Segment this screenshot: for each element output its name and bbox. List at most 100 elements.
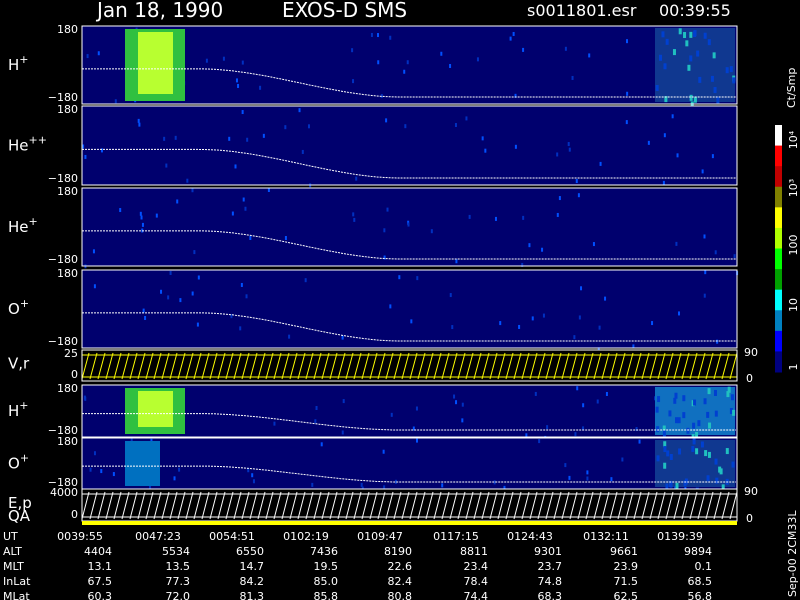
panel-label: O+: [8, 297, 29, 318]
noise-speck: [499, 321, 502, 326]
noise-speck: [191, 291, 194, 296]
qa-bar: [82, 521, 737, 525]
colorbar-swatch: [775, 269, 782, 291]
noise-speck: [674, 392, 678, 399]
colorbar-swatch: [775, 289, 782, 311]
noise-speck: [604, 296, 607, 301]
noise-speck: [403, 69, 406, 74]
noise-speck: [682, 412, 686, 419]
noise-speck: [710, 75, 714, 82]
ephemeris-cell: 60.3: [88, 590, 113, 600]
noise-speck: [528, 243, 531, 248]
noise-speck: [714, 250, 717, 255]
noise-speck: [514, 144, 517, 149]
noise-speck: [241, 60, 244, 65]
noise-speck: [454, 123, 457, 128]
noise-speck: [315, 405, 318, 410]
noise-speck: [731, 394, 735, 401]
noise-speck: [314, 419, 317, 424]
noise-speck: [599, 161, 602, 166]
noise-speck: [541, 247, 544, 252]
panel-background: [82, 270, 737, 348]
noise-speck: [656, 426, 660, 433]
noise-speck: [522, 47, 525, 52]
noise-speck: [89, 467, 92, 472]
noise-speck: [138, 122, 141, 127]
y-tick-top: 180: [57, 185, 78, 198]
colorbar-swatch: [775, 145, 782, 167]
noise-speck: [626, 91, 629, 96]
noise-speck: [351, 48, 354, 53]
noise-speck: [197, 275, 200, 280]
noise-speck: [701, 169, 704, 174]
header-instrument: EXOS-D SMS: [282, 0, 407, 22]
noise-speck: [703, 32, 707, 39]
noise-speck: [237, 83, 240, 88]
noise-speck: [241, 110, 244, 115]
header-date: Jan 18, 1990: [95, 0, 223, 22]
ephemeris-cell: 62.5: [614, 590, 639, 600]
noise-speck: [573, 335, 576, 340]
noise-speck: [592, 242, 595, 247]
y-tick-top: 180: [57, 267, 78, 280]
ephemeris-cell: 5534: [162, 545, 190, 558]
ephemeris-cell: 19.5: [314, 560, 339, 573]
panel-label-charge: +: [29, 215, 38, 228]
noise-speck: [668, 410, 672, 417]
noise-speck: [416, 276, 419, 281]
header-time: 00:39:55: [659, 1, 731, 20]
ephemeris-cell: 56.8: [688, 590, 713, 600]
noise-speck: [342, 399, 345, 404]
noise-speck: [273, 421, 276, 426]
noise-speck: [605, 391, 608, 396]
panel-3: 180−180O+: [8, 267, 739, 352]
noise-speck: [574, 432, 577, 437]
noise-speck: [518, 324, 521, 329]
sms-spectrogram-chart: Jan 18, 1990 EXOS-D SMS s0011801.esr 00:…: [3, 0, 800, 600]
footer-vertical-label: Sep-00 2CM33L: [786, 510, 799, 597]
noise-speck: [494, 216, 497, 221]
noise-speck: [179, 298, 182, 303]
noise-speck: [163, 136, 166, 141]
ephemeris-cell: 77.3: [166, 575, 191, 588]
ephemeris-cell: 82.4: [388, 575, 413, 588]
ephemeris-cell: 9661: [610, 545, 638, 558]
noise-speck: [610, 477, 613, 482]
noise-speck: [341, 335, 344, 340]
noise-speck: [716, 97, 720, 104]
noise-speck: [666, 450, 670, 457]
ephemeris-cell: 9301: [534, 545, 562, 558]
noise-speck: [284, 125, 287, 130]
noise-speck: [706, 411, 710, 418]
colorbar-swatch: [775, 330, 782, 352]
panel-4: 25 0 90 0 V,r: [8, 346, 758, 385]
noise-speck: [174, 135, 177, 140]
noise-speck: [382, 449, 385, 454]
ephemeris-cell: 68.3: [538, 590, 563, 600]
noise-speck: [731, 461, 735, 468]
ephemeris-row-label: MLT: [3, 560, 24, 573]
colorbar-swatch: [775, 125, 782, 147]
ephemeris-row-label: InLat: [3, 575, 31, 588]
colorbar-tick-label: 10⁴: [787, 130, 800, 149]
noise-speck: [671, 114, 674, 119]
noise-speck: [683, 480, 687, 487]
ephemeris-cell: 9894: [684, 545, 712, 558]
ephemeris-cell: 72.0: [166, 590, 191, 600]
noise-speck: [142, 308, 145, 313]
noise-speck: [288, 334, 291, 339]
noise-speck: [687, 64, 691, 71]
noise-speck: [173, 476, 176, 481]
enhancement-block: [125, 441, 160, 486]
panel-label-ion: H: [8, 56, 19, 74]
ephemeris-cell: 22.6: [388, 560, 413, 573]
noise-speck: [693, 399, 697, 406]
noise-speck: [669, 453, 673, 460]
noise-speck: [465, 116, 468, 121]
noise-speck: [353, 217, 356, 222]
noise-speck: [249, 235, 252, 240]
noise-speck: [240, 282, 243, 287]
noise-speck: [377, 60, 380, 65]
right-tick-bottom: 0: [746, 512, 753, 525]
noise-speck: [244, 206, 247, 211]
